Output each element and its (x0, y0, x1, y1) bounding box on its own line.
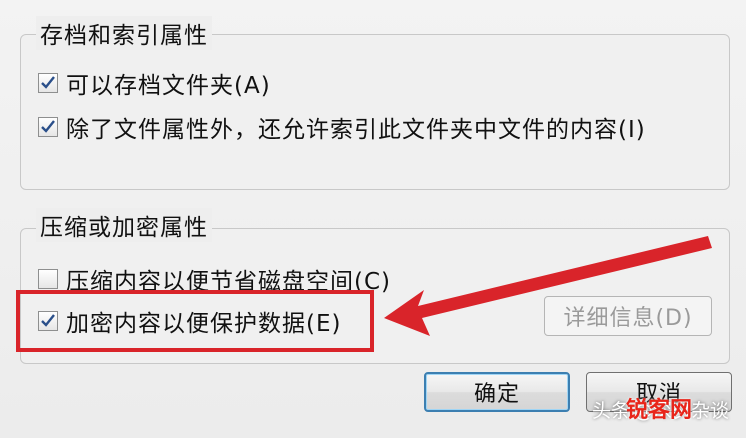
advanced-attributes-dialog: 存档和索引属性 可以存档文件夹(A) 除了文件属性外，还允许索引此文件夹中文件的… (0, 0, 746, 438)
red-arrow-annotation (384, 236, 712, 336)
watermark-brand: 锐客网 (626, 398, 693, 423)
watermark-prefix: 头条 (592, 400, 631, 422)
arrow-icon (384, 236, 712, 336)
watermark-brand-wrap: 锐客网 (626, 392, 692, 424)
